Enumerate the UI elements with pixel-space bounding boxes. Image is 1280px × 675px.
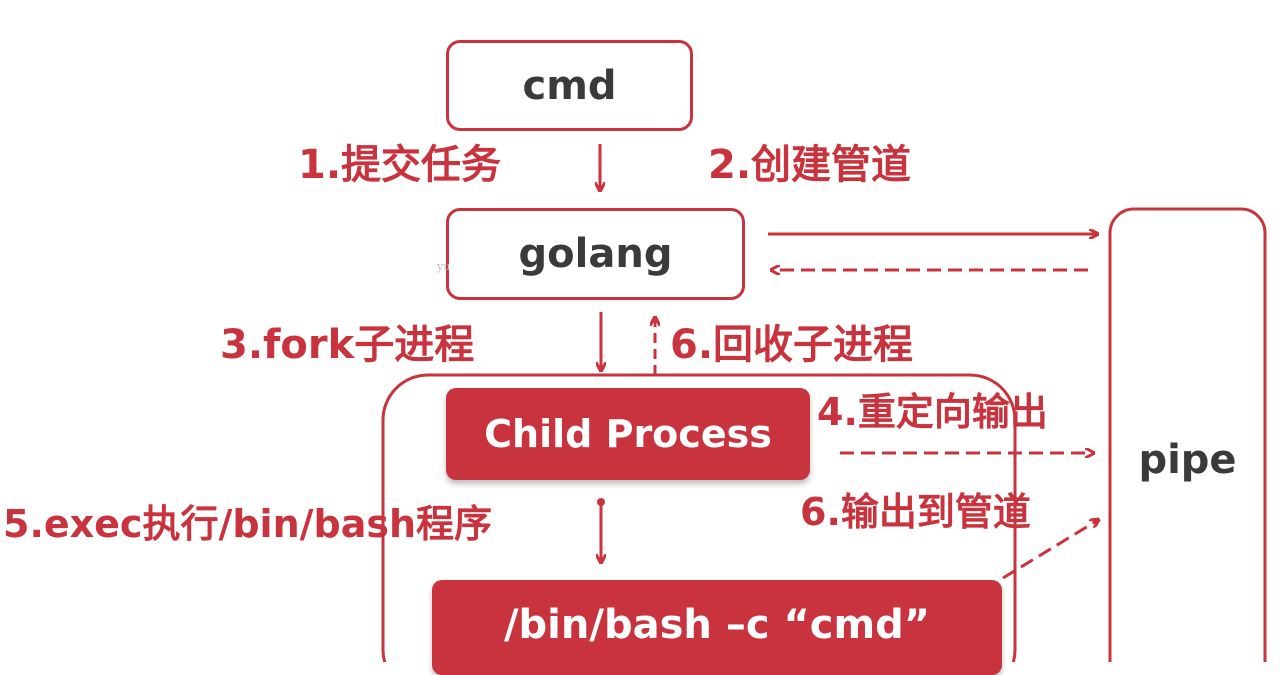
- step-6-output-label: 6.输出到管道: [800, 490, 1031, 534]
- step-6-reap-label: 6.回收子进程: [670, 322, 914, 368]
- child-process-label: Child Process: [484, 412, 772, 456]
- step-5-label: 5.exec执行/bin/bash程序: [3, 502, 493, 546]
- golang-node: golang: [446, 208, 745, 300]
- step-3-label: 3.fork子进程: [220, 322, 475, 368]
- pipe-node-label-wrap: pipe: [1110, 430, 1265, 490]
- golang-node-label: golang: [518, 231, 673, 277]
- step-2-label: 2.创建管道: [708, 142, 912, 188]
- child-process-node: Child Process: [446, 388, 810, 480]
- exec-arrow-dot: [597, 498, 605, 506]
- watermark-stamp: yu: [437, 260, 451, 273]
- cmd-node: cmd: [446, 40, 693, 131]
- pipe-node-label: pipe: [1138, 437, 1237, 483]
- cmd-node-label: cmd: [522, 62, 617, 109]
- bash-node-label: /bin/bash –c “cmd”: [503, 602, 931, 648]
- bash-node: /bin/bash –c “cmd”: [432, 580, 1002, 675]
- step-1-label: 1.提交任务: [298, 142, 502, 188]
- step-4-label: 4.重定向输出: [817, 390, 1048, 434]
